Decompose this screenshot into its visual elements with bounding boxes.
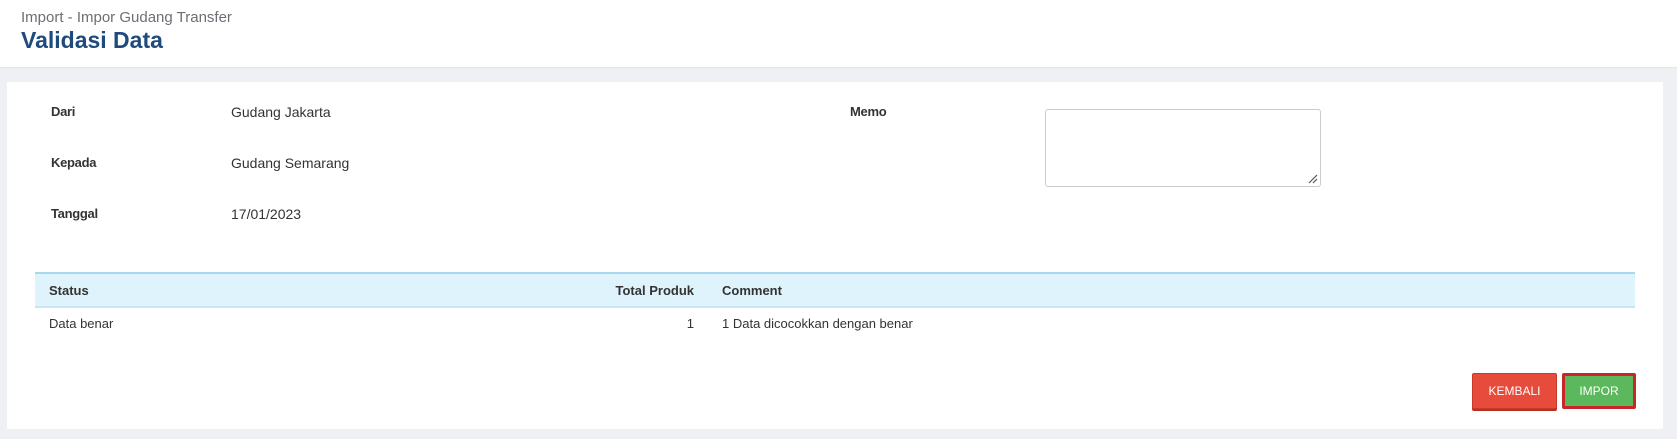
page-header: Import - Impor Gudang Transfer Validasi …	[0, 0, 1677, 68]
memo-label: Memo	[850, 104, 887, 119]
page-title: Validasi Data	[21, 27, 163, 53]
back-button[interactable]: KEMBALI	[1472, 373, 1557, 409]
to-label: Kepada	[51, 155, 97, 170]
row-status: Data benar	[49, 316, 114, 331]
header-comment: Comment	[722, 283, 782, 298]
to-value: Gudang Semarang	[231, 155, 350, 171]
import-button[interactable]: IMPOR	[1562, 373, 1636, 409]
memo-textarea[interactable]	[1045, 109, 1321, 187]
header-total-produk: Total Produk	[615, 283, 694, 298]
table-header-row: Status Total Produk Comment	[35, 272, 1635, 308]
date-label: Tanggal	[51, 206, 98, 221]
from-label: Dari	[51, 104, 76, 119]
table-row: Data benar 1 1 Data dicocokkan dengan be…	[35, 308, 1635, 340]
validation-table: Status Total Produk Comment Data benar 1…	[35, 272, 1635, 340]
validation-card: Dari Gudang Jakarta Kepada Gudang Semara…	[7, 82, 1663, 429]
header-status: Status	[49, 283, 89, 298]
from-value: Gudang Jakarta	[231, 104, 331, 120]
breadcrumb: Import - Impor Gudang Transfer	[21, 9, 232, 26]
row-comment: 1 Data dicocokkan dengan benar	[722, 316, 913, 331]
resize-handle-icon[interactable]	[1306, 172, 1318, 184]
date-value: 17/01/2023	[231, 206, 302, 222]
row-total: 1	[686, 316, 694, 331]
